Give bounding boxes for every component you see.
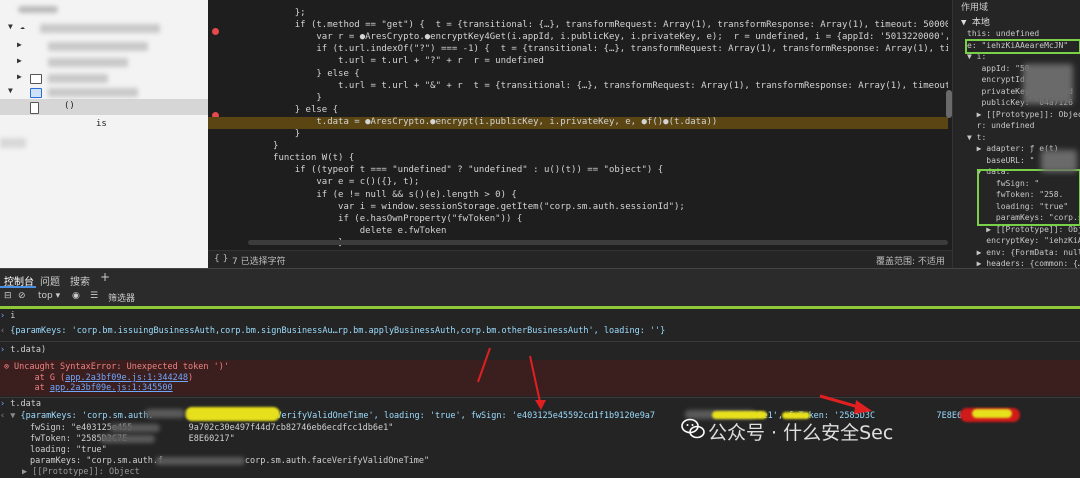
wechat-icon xyxy=(681,418,705,439)
watermark-text: 公众号 · 什么安全Sec xyxy=(708,422,894,444)
annotation-arrows xyxy=(477,347,872,414)
arrow-line xyxy=(529,355,541,403)
arrow-head xyxy=(854,400,872,414)
arrow-line xyxy=(477,347,491,383)
arrow-head xyxy=(535,400,546,410)
